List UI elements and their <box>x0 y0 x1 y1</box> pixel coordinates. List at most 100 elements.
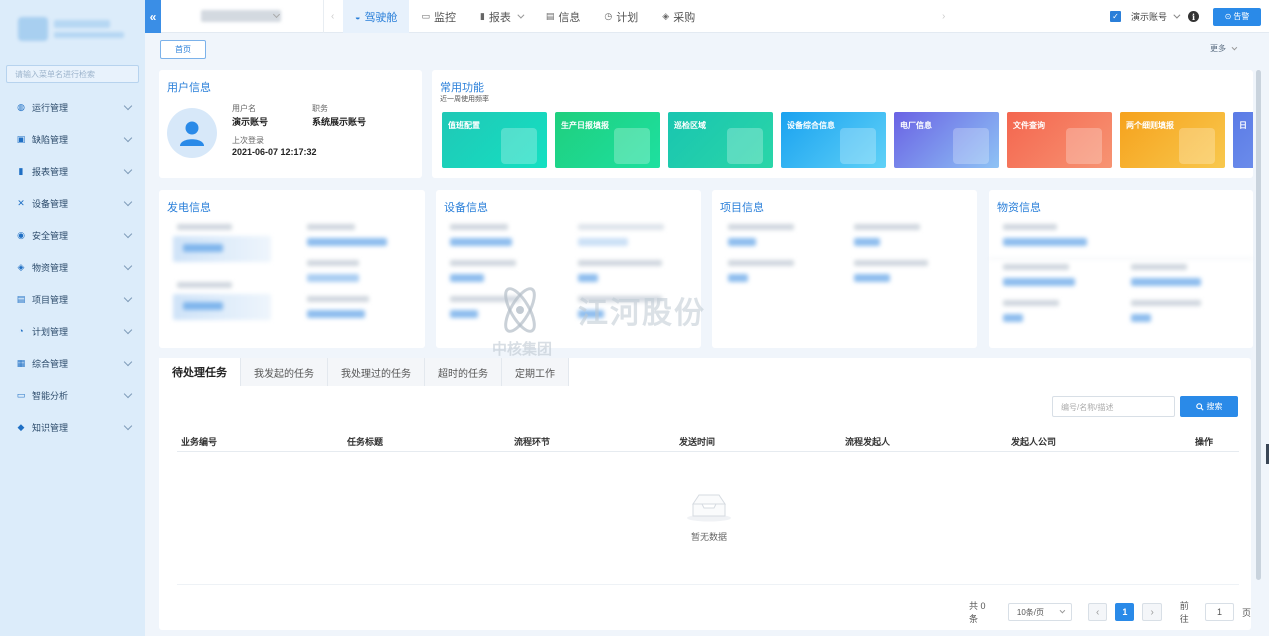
task-tab[interactable]: 我处理过的任务 <box>328 358 425 386</box>
function-tile[interactable]: 两个细则填报 <box>1120 112 1225 168</box>
tile-decoration-icon <box>953 128 989 164</box>
empty-state: 暂无数据 <box>669 492 749 543</box>
tile-decoration-icon <box>727 128 763 164</box>
sidebar-item[interactable]: ◆ 知识管理 <box>0 411 145 443</box>
page-size-select[interactable]: 10条/页 <box>1007 603 1072 621</box>
common-functions-card: 常用功能 近一周使用频率 值班配置 生产日报填报 巡检区域 设备综合信息 电厂信息 文件查… <box>432 70 1253 178</box>
tools-icon: ✕ <box>17 197 25 208</box>
sidebar-item[interactable]: ▭ 智能分析 <box>0 379 145 411</box>
user-info-card: 用户信息 用户名 演示账号 职务 系统展示账号 上次登录 2021-06-07 … <box>159 70 422 178</box>
function-tile[interactable]: 生产日报填报 <box>555 112 660 168</box>
sidebar-item[interactable]: ◉ 安全管理 <box>0 219 145 251</box>
task-tab[interactable]: 待处理任务 <box>159 358 241 386</box>
document-icon: ▤ <box>545 11 555 21</box>
function-tile[interactable]: 电厂信息 <box>894 112 999 168</box>
nav-next-icon[interactable]: › <box>942 11 945 22</box>
table-column-header: 发送时间 <box>679 437 716 447</box>
nav-tab[interactable]: ▤ 信息 <box>534 0 593 33</box>
chevron-down-icon <box>123 325 133 335</box>
pie-chart-icon: ◔ <box>18 326 24 336</box>
task-tab[interactable]: 我发起的任务 <box>241 358 328 386</box>
table-column-header: 任务标题 <box>347 437 384 447</box>
page-scrollbar[interactable] <box>1256 70 1261 580</box>
account-menu[interactable]: 演示账号 <box>1131 10 1181 23</box>
globe-icon: ◍ <box>17 101 25 112</box>
empty-text: 暂无数据 <box>690 532 727 542</box>
table-column-header: 流程发起人 <box>845 437 891 447</box>
card-title: 发电信息 <box>167 202 211 214</box>
sidebar-item[interactable]: ◈ 物资管理 <box>0 251 145 283</box>
sidebar-item[interactable]: ✕ 设备管理 <box>0 187 145 219</box>
card-title: 常用功能 <box>440 82 484 94</box>
layers-icon: ◆ <box>17 421 25 432</box>
nav-prev-icon[interactable]: ‹ <box>331 11 334 22</box>
menu-search-input[interactable]: 请输入菜单名进行检索 <box>6 65 139 83</box>
table-column-header: 发起人公司 <box>1011 437 1057 447</box>
function-tile[interactable]: 日 <box>1233 112 1253 168</box>
pagination: 共 0 条 10条/页 ‹ 1 › 前往 1 页 <box>969 601 1251 624</box>
sidebar-item[interactable]: ▮ 报表管理 <box>0 155 145 187</box>
card-title: 用户信息 <box>167 82 211 94</box>
task-tab[interactable]: 定期工作 <box>502 358 569 386</box>
org-selector[interactable] <box>201 10 281 22</box>
more-tabs-button[interactable]: 更多 <box>1210 43 1238 54</box>
function-tile[interactable]: 文件查询 <box>1007 112 1112 168</box>
nav-tab[interactable]: ▮ 报表 <box>468 0 534 33</box>
card-title: 项目信息 <box>720 202 764 214</box>
card-title: 物资信息 <box>997 202 1041 214</box>
task-search-input[interactable]: 编号/名称/描述 <box>1052 396 1175 417</box>
sidebar-item-label: 设备管理 <box>32 198 69 209</box>
chevron-down-icon <box>123 133 133 143</box>
user-icon <box>180 121 204 146</box>
table-column-header: 操作 <box>1195 437 1214 447</box>
search-button[interactable]: 搜索 <box>1180 396 1238 417</box>
task-tab[interactable]: 超时的任务 <box>425 358 502 386</box>
nav-tab[interactable]: ◈ 采购 <box>650 0 707 33</box>
sidebar-item-label: 报表管理 <box>32 166 69 177</box>
function-tile[interactable]: 值班配置 <box>442 112 547 168</box>
sidebar-item-label: 综合管理 <box>32 358 69 369</box>
avatar <box>167 108 217 158</box>
function-tile[interactable]: 巡检区域 <box>668 112 773 168</box>
chevron-down-icon <box>123 261 133 271</box>
info-icon[interactable]: i <box>1188 11 1199 22</box>
task-table-header: 业务编号 任务标题 流程环节 发送时间 流程发起人 发起人公司 操作 <box>177 430 1239 452</box>
username-value: 演示账号 <box>232 117 269 127</box>
sidebar-item[interactable]: ◍ 运行管理 <box>0 91 145 123</box>
shield-icon: ◉ <box>17 229 25 240</box>
box-icon: ◈ <box>17 261 25 272</box>
checkbox-icon[interactable]: ✓ <box>1109 11 1121 22</box>
nav-tab[interactable]: ◷ 计划 <box>592 0 650 33</box>
tab-home[interactable]: 首页 <box>160 40 206 59</box>
goto-page-input[interactable]: 1 <box>1205 603 1234 621</box>
bar-chart-icon: ▮ <box>18 165 24 176</box>
nav-tab[interactable]: ▭ 监控 <box>409 0 468 33</box>
chevron-down-icon <box>517 11 525 19</box>
tile-decoration-icon <box>1066 128 1102 164</box>
function-tile[interactable]: 设备综合信息 <box>781 112 886 168</box>
chevron-down-icon <box>123 389 133 399</box>
alarm-button[interactable]: ⊙ 告警 <box>1213 7 1261 26</box>
next-page-button[interactable]: › <box>1142 603 1162 621</box>
empty-inbox-icon <box>687 494 731 522</box>
nav-tab[interactable]: ◒ 驾驶舱 <box>343 0 410 33</box>
tile-decoration-icon <box>614 128 650 164</box>
tile-decoration-icon <box>840 128 876 164</box>
page-number-current[interactable]: 1 <box>1115 603 1135 621</box>
sidebar: 请输入菜单名进行检索 ◍ 运行管理 ▣ 缺陷管理 ▮ 报表管理 ✕ 设备管理 ◉ 安全管理 ◈ 物资管… <box>0 0 145 636</box>
sidebar-item[interactable]: ▤ 项目管理 <box>0 283 145 315</box>
table-column-header: 流程环节 <box>514 437 551 447</box>
sidebar-item[interactable]: ▣ 缺陷管理 <box>0 123 145 155</box>
sidebar-item[interactable]: ◔ 计划管理 <box>0 315 145 347</box>
card-title: 设备信息 <box>444 202 488 214</box>
position-value: 系统展示账号 <box>312 117 367 127</box>
table-column-header: 业务编号 <box>181 437 218 447</box>
logo-mark <box>18 17 48 41</box>
prev-page-button[interactable]: ‹ <box>1088 603 1108 621</box>
chevron-down-icon <box>123 197 133 207</box>
total-count: 共 0 条 <box>969 601 986 624</box>
sidebar-item-label: 知识管理 <box>32 422 69 433</box>
sidebar-item[interactable]: ▦ 综合管理 <box>0 347 145 379</box>
sidebar-item-label: 物资管理 <box>32 262 69 273</box>
collapse-sidebar-button[interactable]: « <box>145 0 161 33</box>
